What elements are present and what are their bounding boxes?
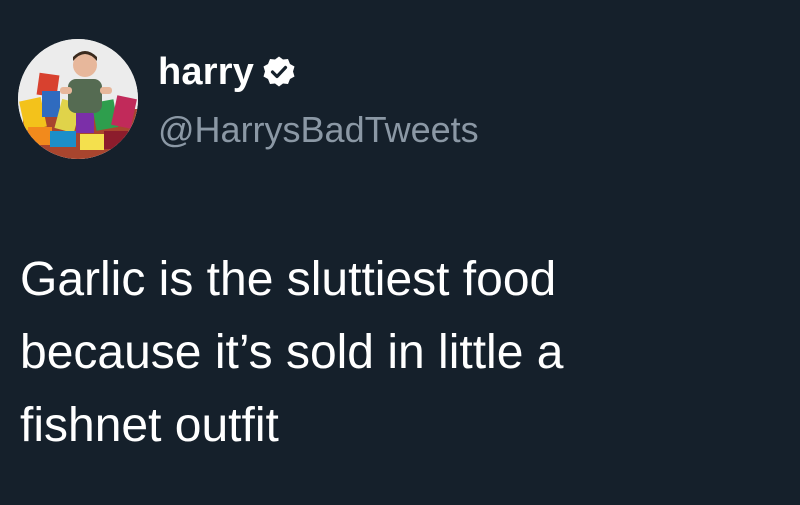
- tweet-text-line: fishnet outfit: [20, 399, 279, 452]
- display-name[interactable]: harry: [158, 50, 254, 94]
- profile-photo-avatar: [18, 39, 138, 159]
- tweet-card: harry @HarrysBadTweets Garlic is the slu…: [0, 0, 800, 505]
- author-handle[interactable]: @HarrysBadTweets: [158, 108, 479, 152]
- tweet-text: Garlic is the sluttiest food because it’…: [20, 243, 790, 462]
- avatar[interactable]: [18, 39, 138, 159]
- author-name-row: harry: [158, 50, 296, 94]
- verified-badge-icon: [262, 55, 296, 89]
- tweet-text-line: Garlic is the sluttiest food: [20, 253, 557, 306]
- tweet-text-line: because it’s sold in little a: [20, 326, 564, 379]
